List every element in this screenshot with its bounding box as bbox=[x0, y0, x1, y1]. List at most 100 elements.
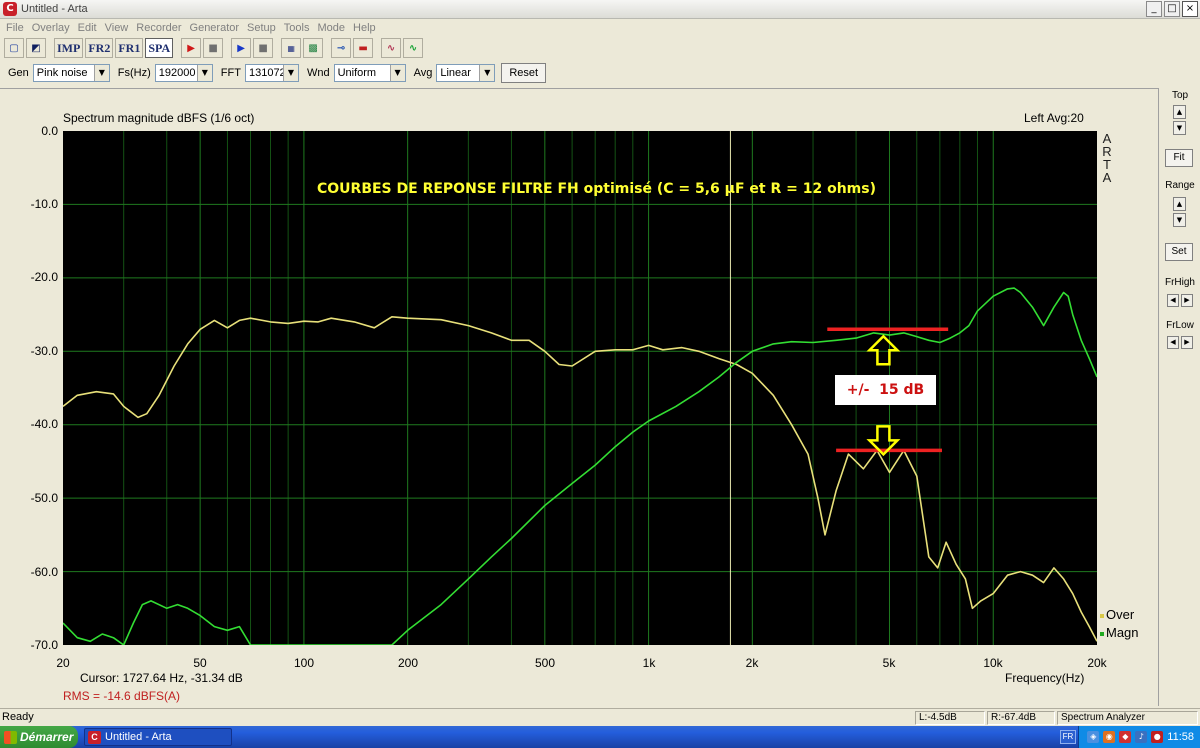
fft-label: FFT bbox=[220, 67, 241, 79]
probe-button[interactable]: ⊸ bbox=[331, 38, 352, 58]
wave-button[interactable]: ∿ bbox=[381, 38, 402, 58]
gen-label: Gen bbox=[8, 67, 29, 79]
abc-button[interactable]: ▦ bbox=[281, 38, 302, 58]
maximize-button[interactable]: □ bbox=[1164, 1, 1180, 17]
menu-help[interactable]: Help bbox=[349, 22, 380, 34]
window-controls: _ □ × bbox=[1146, 1, 1198, 17]
language-indicator[interactable]: FR bbox=[1060, 730, 1076, 744]
spa-mode-button[interactable]: SPA bbox=[145, 38, 174, 58]
scale-panel: Top ▲ ▼ Fit Range ▲ ▼ Set FrHigh ◀ ▶ FrL… bbox=[1158, 88, 1200, 706]
system-tray: ◈ ◉ ◆ ♪ ● 11:58 bbox=[1078, 726, 1200, 748]
start-button[interactable]: Démarrer bbox=[0, 726, 78, 748]
frlow-right-arrow[interactable]: ▶ bbox=[1181, 336, 1193, 349]
stop-icon: ■ bbox=[208, 42, 218, 54]
minimize-button[interactable]: _ bbox=[1146, 1, 1162, 17]
spectrum-plot-svg[interactable] bbox=[62, 131, 1098, 646]
series-line-magn bbox=[62, 287, 1098, 646]
status-left-level: L:-4.5dB bbox=[915, 711, 985, 725]
x-tick-label: 5k bbox=[882, 656, 896, 670]
range-up-arrow[interactable]: ▲ bbox=[1173, 197, 1186, 211]
windows-logo-icon bbox=[4, 730, 17, 744]
series-line-over bbox=[62, 316, 1098, 642]
menu-view[interactable]: View bbox=[101, 22, 133, 34]
calibrate-button[interactable]: ▬ bbox=[353, 38, 374, 58]
network-icon[interactable]: ◈ bbox=[1087, 731, 1100, 743]
fr1-mode-button[interactable]: FR1 bbox=[115, 38, 144, 58]
frlow-left-arrow[interactable]: ◀ bbox=[1167, 336, 1179, 349]
y-tick-label: -40.0 bbox=[30, 417, 58, 431]
new-file-button[interactable]: ▢ bbox=[4, 38, 24, 58]
fft-select[interactable]: 131072 ▼ bbox=[244, 64, 299, 82]
volume-icon[interactable]: ♪ bbox=[1135, 731, 1148, 743]
graph-header-channel: Left Avg:20 bbox=[1024, 111, 1084, 125]
x-tick-label: 20 bbox=[56, 656, 70, 670]
menu-file[interactable]: File bbox=[2, 22, 28, 34]
x-tick-label: 500 bbox=[534, 656, 556, 670]
fr2-mode-button[interactable]: FR2 bbox=[85, 38, 114, 58]
arta-tray-icon[interactable]: ● bbox=[1151, 731, 1164, 743]
imp-mode-button[interactable]: IMP bbox=[54, 38, 84, 58]
menu-edit[interactable]: Edit bbox=[74, 22, 101, 34]
menu-generator[interactable]: Generator bbox=[186, 22, 244, 34]
generator-select[interactable]: Pink noise ▼ bbox=[32, 64, 110, 82]
y-tick-label: -60.0 bbox=[30, 565, 58, 579]
legend-item-magn: Magn bbox=[1100, 625, 1139, 640]
averaging-value: Linear bbox=[440, 67, 471, 79]
status-mode: Spectrum Analyzer bbox=[1057, 711, 1198, 725]
menu-recorder[interactable]: Recorder bbox=[132, 22, 185, 34]
generator-play-button[interactable]: ▶ bbox=[181, 38, 202, 58]
top-up-arrow[interactable]: ▲ bbox=[1173, 105, 1186, 119]
menu-mode[interactable]: Mode bbox=[313, 22, 349, 34]
set-button[interactable]: Set bbox=[1165, 243, 1193, 261]
taskbar-item-arta[interactable]: C Untitled - Arta bbox=[84, 728, 232, 746]
x-tick-label: 50 bbox=[193, 656, 207, 670]
scope-icon: ∿ bbox=[408, 42, 418, 54]
chevron-down-icon: ▼ bbox=[389, 65, 405, 81]
frlow-label: FrLow bbox=[1166, 320, 1194, 331]
frhigh-right-arrow[interactable]: ▶ bbox=[1181, 294, 1193, 307]
y-tick-label: -70.0 bbox=[30, 638, 58, 652]
menu-tools[interactable]: Tools bbox=[280, 22, 314, 34]
menu-setup[interactable]: Setup bbox=[243, 22, 280, 34]
generator-value: Pink noise bbox=[36, 67, 88, 79]
menu-bar: File Overlay Edit View Recorder Generato… bbox=[0, 19, 1200, 36]
y-tick-label: -10.0 bbox=[30, 197, 58, 211]
window-select[interactable]: Uniform ▼ bbox=[333, 64, 406, 82]
generator-stop-button[interactable]: ■ bbox=[203, 38, 224, 58]
range-label: Range bbox=[1165, 180, 1195, 191]
averaging-select[interactable]: Linear ▼ bbox=[436, 64, 496, 82]
y-tick-label: -30.0 bbox=[30, 344, 58, 358]
security-shield-icon[interactable]: ◆ bbox=[1119, 731, 1132, 743]
arta-brand-vertical: A R T A bbox=[1101, 132, 1113, 184]
record-stop-button[interactable]: ■ bbox=[253, 38, 274, 58]
arta-app-icon[interactable]: C bbox=[3, 2, 17, 16]
fit-button[interactable]: Fit bbox=[1165, 149, 1193, 167]
graph-header-title: Spectrum magnitude dBFS (1/6 oct) bbox=[63, 111, 255, 125]
grid-button[interactable]: ▩ bbox=[303, 38, 324, 58]
open-file-button[interactable]: ◩ bbox=[26, 38, 46, 58]
grid-icon: ▩ bbox=[308, 42, 318, 54]
antivirus-icon[interactable]: ◉ bbox=[1103, 731, 1116, 743]
top-down-arrow[interactable]: ▼ bbox=[1173, 121, 1186, 135]
clock[interactable]: 11:58 bbox=[1167, 731, 1194, 743]
range-down-arrow[interactable]: ▼ bbox=[1173, 213, 1186, 227]
stop-icon: ■ bbox=[258, 42, 268, 54]
record-play-button[interactable]: ▶ bbox=[231, 38, 252, 58]
window-title: Untitled - Arta bbox=[21, 3, 88, 15]
calibrate-icon: ▬ bbox=[358, 42, 368, 54]
probe-icon: ⊸ bbox=[336, 42, 346, 54]
wnd-label: Wnd bbox=[306, 67, 330, 79]
samplerate-value: 192000 bbox=[158, 67, 196, 79]
scope-button[interactable]: ∿ bbox=[403, 38, 424, 58]
y-tick-label: -50.0 bbox=[30, 491, 58, 505]
close-button[interactable]: × bbox=[1182, 1, 1198, 17]
rms-readout: RMS = -14.6 dBFS(A) bbox=[63, 689, 181, 703]
frhigh-left-arrow[interactable]: ◀ bbox=[1167, 294, 1179, 307]
spectrum-plot[interactable] bbox=[62, 131, 1098, 646]
reset-button[interactable]: Reset bbox=[501, 63, 547, 83]
chevron-down-icon: ▼ bbox=[93, 65, 109, 81]
menu-overlay[interactable]: Overlay bbox=[28, 22, 74, 34]
legend-swatch bbox=[1100, 631, 1104, 636]
wave-icon: ∿ bbox=[386, 42, 396, 54]
samplerate-select[interactable]: 192000 ▼ bbox=[154, 64, 213, 82]
